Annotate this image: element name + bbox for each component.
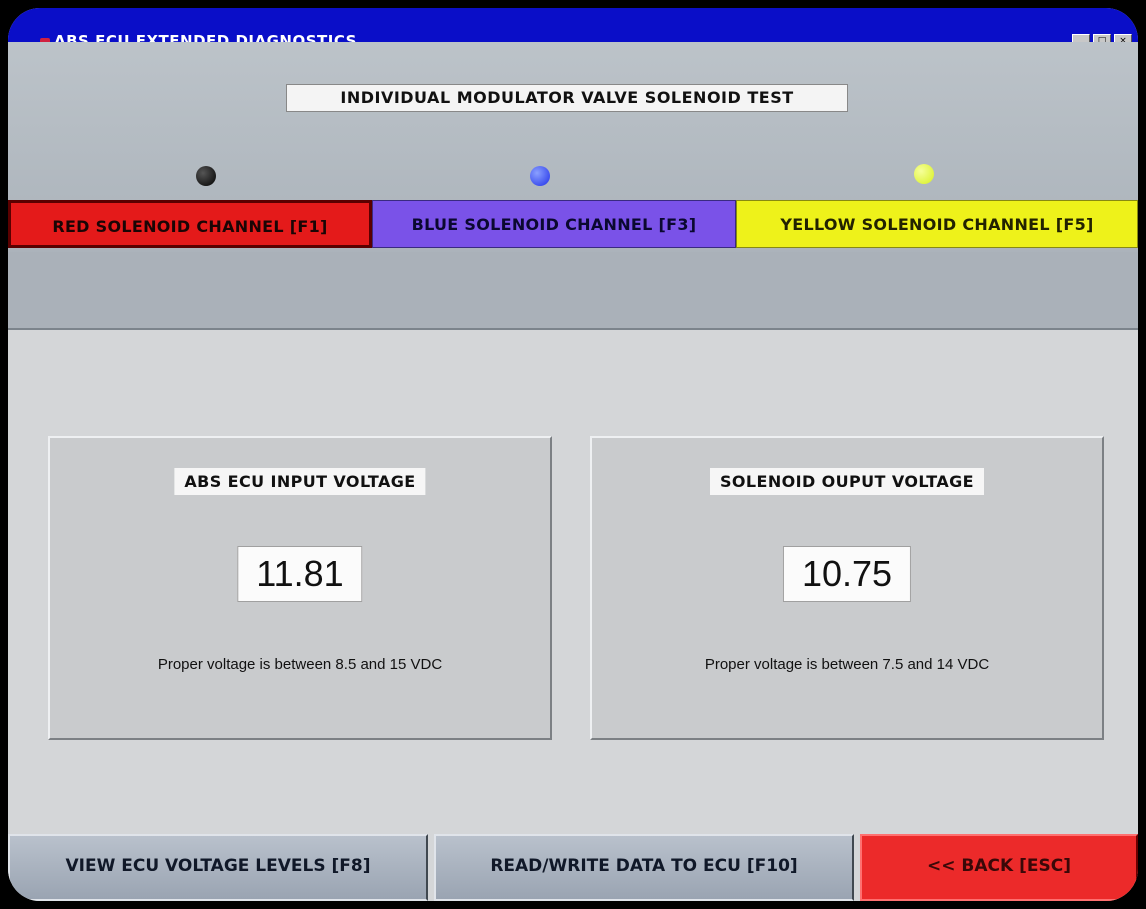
back-button[interactable]: << BACK [ESC] bbox=[860, 834, 1138, 901]
test-title: INDIVIDUAL MODULATOR VALVE SOLENOID TEST bbox=[286, 84, 848, 112]
input-voltage-label: ABS ECU INPUT VOLTAGE bbox=[174, 468, 426, 495]
blue-solenoid-channel-button[interactable]: BLUE SOLENOID CHANNEL [F3] bbox=[372, 200, 736, 248]
title-bar[interactable]: ABS ECU EXTENDED DIAGNOSTICS _ □ × bbox=[8, 8, 1138, 50]
input-voltage-value: 11.81 bbox=[237, 546, 363, 602]
input-voltage-panel: ABS ECU INPUT VOLTAGE 11.81 Proper volta… bbox=[48, 436, 552, 740]
blue-channel-indicator-icon bbox=[530, 166, 550, 186]
output-voltage-value: 10.75 bbox=[782, 546, 912, 602]
view-ecu-voltage-levels-button[interactable]: VIEW ECU VOLTAGE LEVELS [F8] bbox=[8, 834, 428, 901]
app-window: ABS ECU EXTENDED DIAGNOSTICS _ □ × INDIV… bbox=[8, 8, 1138, 901]
red-solenoid-channel-button[interactable]: RED SOLENOID CHANNEL [F1] bbox=[8, 200, 372, 248]
output-voltage-note: Proper voltage is between 7.5 and 14 VDC bbox=[704, 656, 990, 673]
toolbar-strip bbox=[8, 252, 1138, 330]
read-write-data-button[interactable]: READ/WRITE DATA TO ECU [F10] bbox=[434, 834, 854, 901]
output-voltage-panel: SOLENOID OUPUT VOLTAGE 10.75 Proper volt… bbox=[590, 436, 1104, 740]
channel-select-area: INDIVIDUAL MODULATOR VALVE SOLENOID TEST… bbox=[8, 42, 1138, 330]
yellow-solenoid-channel-button[interactable]: YELLOW SOLENOID CHANNEL [F5] bbox=[736, 200, 1138, 248]
output-voltage-label: SOLENOID OUPUT VOLTAGE bbox=[709, 468, 985, 495]
monitor-bezel: ABS ECU EXTENDED DIAGNOSTICS _ □ × INDIV… bbox=[0, 0, 1146, 909]
red-channel-indicator-icon bbox=[196, 166, 216, 186]
yellow-channel-indicator-icon bbox=[914, 164, 934, 184]
input-voltage-note: Proper voltage is between 8.5 and 15 VDC bbox=[157, 656, 443, 673]
